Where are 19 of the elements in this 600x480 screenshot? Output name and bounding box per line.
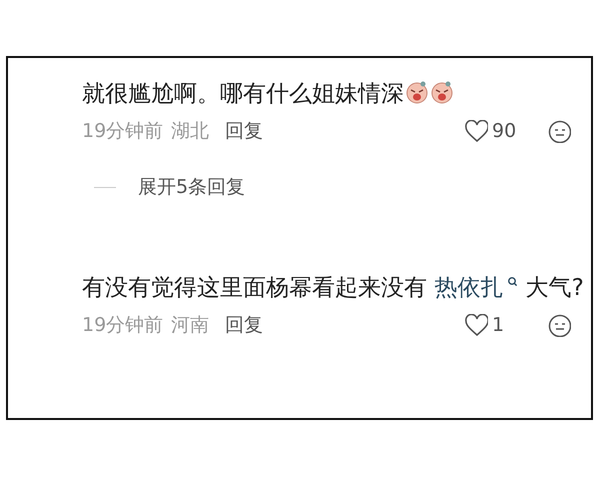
comment-time: 19分钟前 [82,119,164,144]
comment-region: 湖北 [171,119,210,144]
expand-replies-button[interactable]: 展开5条回复 [138,174,246,200]
like-count: 1 [492,314,506,336]
comment-text: 就很尴尬啊。哪有什么姐妹情深 [82,78,587,110]
like-count: 90 [492,120,518,142]
comment-region: 河南 [171,313,210,338]
heart-icon[interactable] [465,314,488,336]
sticker-icon [405,80,429,104]
reply-button[interactable]: 回复 [225,118,264,144]
search-link[interactable]: 热依扎 [434,275,518,301]
heart-icon[interactable] [465,120,488,142]
face-icon[interactable] [548,314,571,336]
comment-text: 有没有觉得这里面杨幂看起来没有 热依扎 大气? [82,274,585,303]
sticker-icon [430,80,454,104]
face-icon[interactable] [548,120,571,142]
reply-button[interactable]: 回复 [225,312,264,338]
search-icon [507,276,518,287]
comment-time: 19分钟前 [82,313,164,338]
